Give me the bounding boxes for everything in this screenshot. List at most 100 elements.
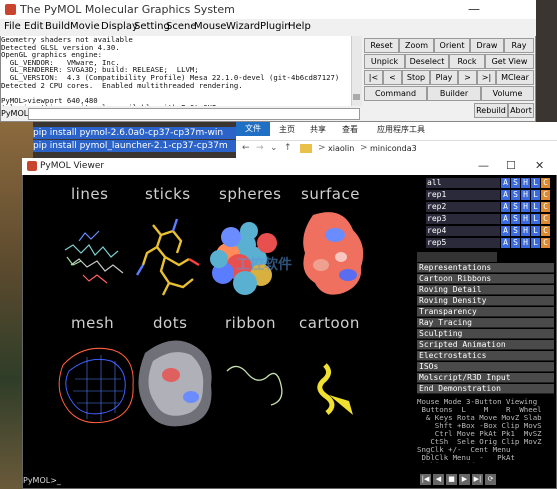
- color-button[interactable]: C: [541, 178, 550, 188]
- object-row[interactable]: all A S H L C: [426, 178, 554, 188]
- wizard-item-sculpting[interactable]: Sculpting: [417, 329, 554, 339]
- object-name[interactable]: rep3: [426, 214, 500, 224]
- menu-scene[interactable]: Scene: [166, 21, 197, 32]
- hide-button[interactable]: H: [521, 178, 530, 188]
- action-button[interactable]: A: [501, 178, 510, 188]
- loop-icon[interactable]: ⟳: [485, 474, 496, 485]
- menu-help[interactable]: Help: [288, 21, 311, 32]
- hide-button[interactable]: H: [521, 202, 530, 212]
- hide-button[interactable]: H: [521, 214, 530, 224]
- object-name[interactable]: all: [426, 178, 500, 188]
- color-button[interactable]: C: [541, 226, 550, 236]
- label-button[interactable]: L: [531, 214, 540, 224]
- path-segment-miniconda3[interactable]: miniconda3: [370, 144, 417, 153]
- explorer-tab-home[interactable]: 主页: [279, 124, 295, 135]
- wizard-item-cartoon-ribbons[interactable]: Cartoon Ribbons: [417, 274, 554, 284]
- draw-button[interactable]: Draw: [470, 38, 504, 53]
- command-input[interactable]: [28, 108, 360, 120]
- explorer-tab-app-tools[interactable]: 应用程序工具: [377, 124, 425, 135]
- action-button[interactable]: A: [501, 238, 510, 248]
- molecular-render-canvas[interactable]: lines sticks spheres surface mesh dots r…: [23, 175, 415, 475]
- color-button[interactable]: C: [541, 190, 550, 200]
- color-button[interactable]: C: [541, 238, 550, 248]
- object-name[interactable]: rep5: [426, 238, 500, 248]
- action-button[interactable]: A: [501, 202, 510, 212]
- scrollbar-thumb[interactable]: [353, 94, 360, 100]
- minimize-button[interactable]: —: [478, 159, 489, 172]
- action-button[interactable]: A: [501, 226, 510, 236]
- wizard-item-transparency[interactable]: Transparency: [417, 307, 554, 317]
- show-button[interactable]: S: [511, 190, 520, 200]
- object-row[interactable]: rep4 A S H L C: [426, 226, 554, 236]
- step-back-icon[interactable]: ◀: [433, 474, 444, 485]
- command-button[interactable]: Command: [364, 86, 427, 101]
- close-button[interactable]: ✕: [535, 159, 544, 172]
- explorer-tab-view[interactable]: 查看: [342, 124, 358, 135]
- menu-wizard[interactable]: Wizard: [226, 21, 260, 32]
- wizard-item-electrostatics[interactable]: Electrostatics: [417, 351, 554, 361]
- object-row[interactable]: rep3 A S H L C: [426, 214, 554, 224]
- reset-button[interactable]: Reset: [364, 38, 399, 53]
- wizard-item-representations[interactable]: Representations: [417, 263, 554, 273]
- action-button[interactable]: A: [501, 190, 510, 200]
- up-arrow-icon[interactable]: ↑: [284, 143, 292, 153]
- abort-button[interactable]: Abort: [508, 103, 534, 118]
- last-frame-button[interactable]: >|: [477, 70, 496, 85]
- show-button[interactable]: S: [511, 238, 520, 248]
- show-button[interactable]: S: [511, 214, 520, 224]
- object-name[interactable]: rep4: [426, 226, 500, 236]
- maximize-button[interactable]: ☐: [506, 159, 516, 172]
- menu-setting[interactable]: Setting: [134, 21, 170, 32]
- wizard-item-molscript[interactable]: Molscript/R3D Input: [417, 373, 554, 383]
- play-button[interactable]: Play: [430, 70, 458, 85]
- builder-button[interactable]: Builder: [427, 86, 481, 101]
- explorer-address-bar[interactable]: ← → ⌄ ↑ > xiaolin > miniconda3: [236, 140, 557, 158]
- ray-button[interactable]: Ray: [504, 38, 534, 53]
- menu-movie[interactable]: Movie: [70, 21, 100, 32]
- rock-button[interactable]: Rock: [449, 54, 485, 69]
- color-button[interactable]: C: [541, 202, 550, 212]
- hide-button[interactable]: H: [521, 238, 530, 248]
- prev-frame-button[interactable]: <: [383, 70, 402, 85]
- object-name[interactable]: rep1: [426, 190, 500, 200]
- wizard-item-isos[interactable]: ISOs: [417, 362, 554, 372]
- end-icon[interactable]: ▶|: [472, 474, 483, 485]
- wizard-item-roving-detail[interactable]: Roving Detail: [417, 285, 554, 295]
- mclear-button[interactable]: MClear: [496, 70, 534, 85]
- label-button[interactable]: L: [531, 190, 540, 200]
- show-button[interactable]: S: [511, 178, 520, 188]
- first-frame-button[interactable]: |<: [364, 70, 383, 85]
- back-arrow-icon[interactable]: ←: [242, 143, 250, 153]
- menu-build[interactable]: Build: [45, 21, 70, 32]
- volume-button[interactable]: Volume: [481, 86, 534, 101]
- rebuild-button[interactable]: Rebuild: [474, 103, 508, 118]
- show-button[interactable]: S: [511, 202, 520, 212]
- label-button[interactable]: L: [531, 202, 540, 212]
- label-button[interactable]: L: [531, 226, 540, 236]
- label-button[interactable]: L: [531, 238, 540, 248]
- play-icon[interactable]: ▶: [459, 474, 470, 485]
- menu-file[interactable]: File: [4, 21, 21, 32]
- menu-display[interactable]: Display: [101, 21, 138, 32]
- next-frame-button[interactable]: >: [458, 70, 477, 85]
- label-button[interactable]: L: [531, 178, 540, 188]
- zoom-button[interactable]: Zoom: [399, 38, 434, 53]
- minimize-button[interactable]: —: [468, 2, 480, 16]
- wizard-item-scripted-animation[interactable]: Scripted Animation: [417, 340, 554, 350]
- wizard-item-ray-tracing[interactable]: Ray Tracing: [417, 318, 554, 328]
- wizard-item-end-demonstration[interactable]: End Demonstration: [417, 384, 554, 394]
- action-button[interactable]: A: [501, 214, 510, 224]
- hide-button[interactable]: H: [521, 226, 530, 236]
- viewer-command-line[interactable]: PyMOL>_: [23, 474, 415, 488]
- object-row[interactable]: rep2 A S H L C: [426, 202, 554, 212]
- object-row[interactable]: rep1 A S H L C: [426, 190, 554, 200]
- object-row[interactable]: rep5 A S H L C: [426, 238, 554, 248]
- wizard-item-roving-density[interactable]: Roving Density: [417, 296, 554, 306]
- get-view-button[interactable]: Get View: [485, 54, 534, 69]
- show-button[interactable]: S: [511, 226, 520, 236]
- explorer-tab-share[interactable]: 共享: [310, 124, 326, 135]
- deselect-button[interactable]: Deselect: [405, 54, 449, 69]
- path-segment-xiaolin[interactable]: xiaolin: [328, 144, 354, 153]
- forward-arrow-icon[interactable]: →: [256, 143, 264, 153]
- rewind-icon[interactable]: |◀: [420, 474, 431, 485]
